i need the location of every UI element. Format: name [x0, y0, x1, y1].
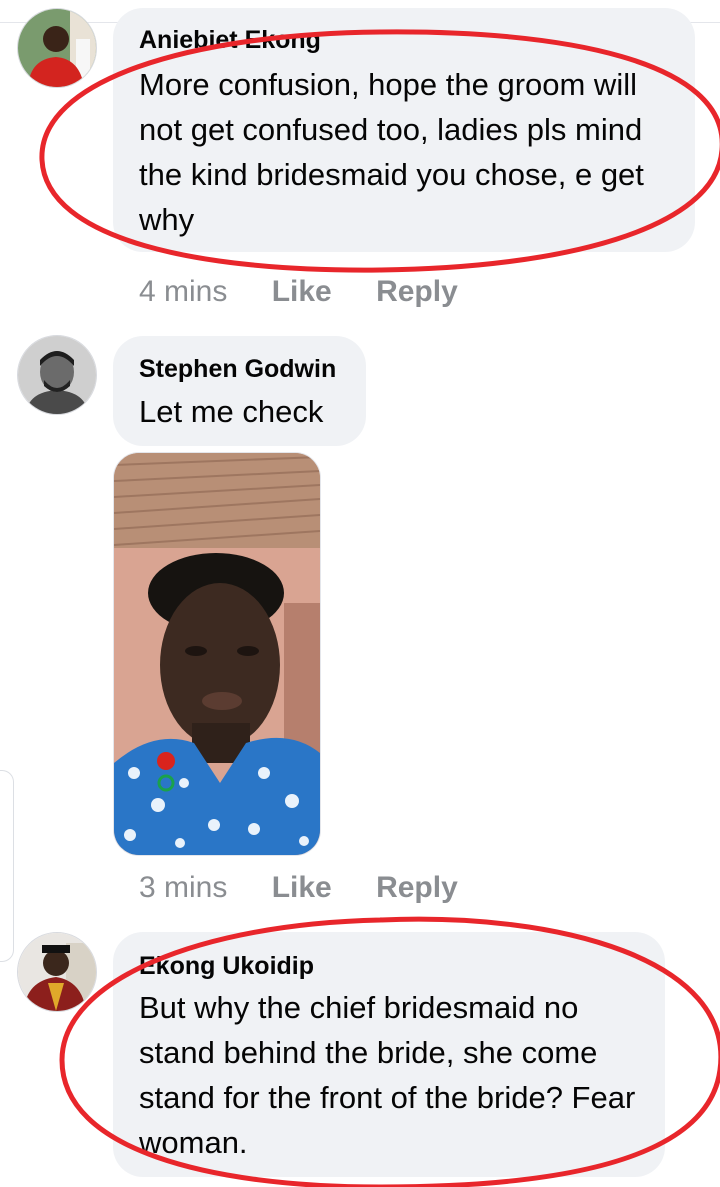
comment-author[interactable]: Aniebiet Ekong	[139, 26, 321, 55]
reply-button[interactable]: Reply	[376, 275, 458, 309]
avatar[interactable]	[17, 932, 97, 1012]
comment-time[interactable]: 3 mins	[139, 871, 227, 905]
avatar[interactable]	[17, 8, 97, 88]
like-button[interactable]: Like	[272, 275, 332, 309]
comment-text: More confusion, hope the groom will not …	[139, 67, 644, 237]
comment-author[interactable]: Stephen Godwin	[139, 355, 336, 384]
avatar[interactable]	[17, 335, 97, 415]
side-panel-edge	[0, 770, 14, 962]
like-button[interactable]: Like	[272, 871, 332, 905]
comment-meta: 4 mins Like Reply	[139, 275, 458, 309]
attached-photo[interactable]	[113, 452, 321, 856]
comment-author[interactable]: Ekong Ukoidip	[139, 952, 314, 981]
comment-meta: 3 mins Like Reply	[139, 871, 458, 905]
comment-text: Let me check	[139, 394, 324, 429]
comment-text: But why the chief bridesmaid no stand be…	[139, 990, 636, 1160]
comment-time[interactable]: 4 mins	[139, 275, 227, 309]
reply-button[interactable]: Reply	[376, 871, 458, 905]
